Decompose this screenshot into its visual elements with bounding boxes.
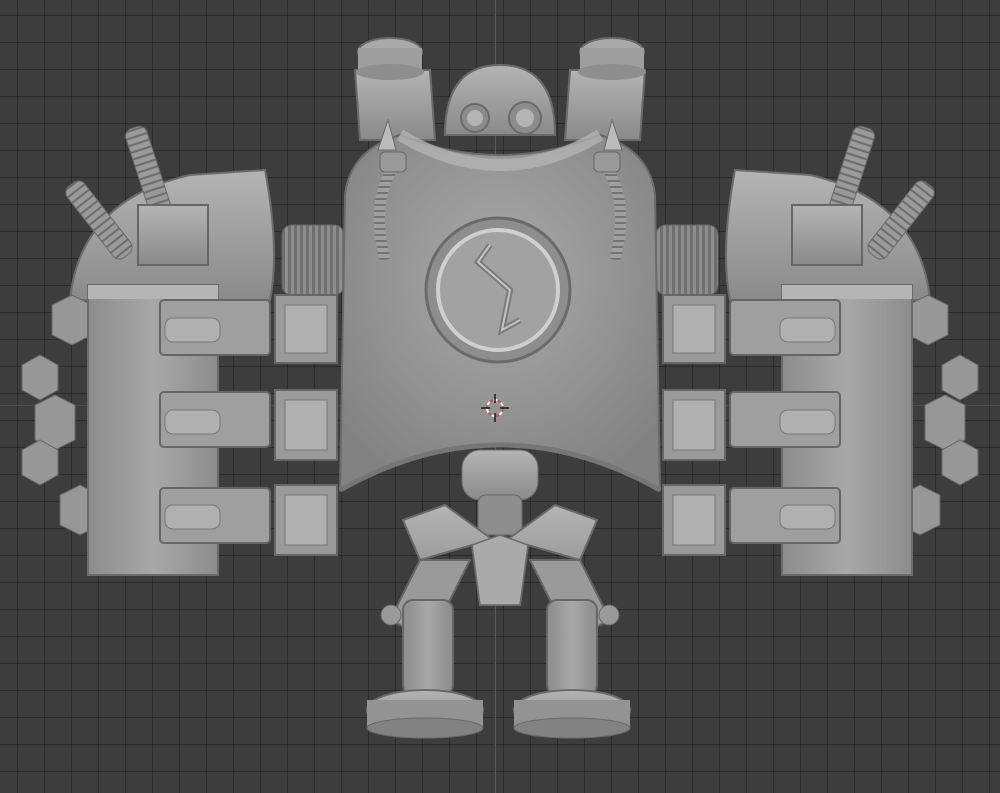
robot-legs [366, 449, 631, 739]
left-exhaust [353, 37, 437, 141]
chest-emblem-icon [424, 216, 572, 364]
right-exhaust [563, 37, 647, 141]
robot-torso [338, 118, 662, 493]
3d-cursor-icon[interactable] [481, 394, 509, 422]
left-gear [281, 224, 345, 296]
3d-viewport[interactable] [0, 0, 1000, 793]
right-gear [655, 224, 719, 296]
robot-head [443, 63, 557, 136]
